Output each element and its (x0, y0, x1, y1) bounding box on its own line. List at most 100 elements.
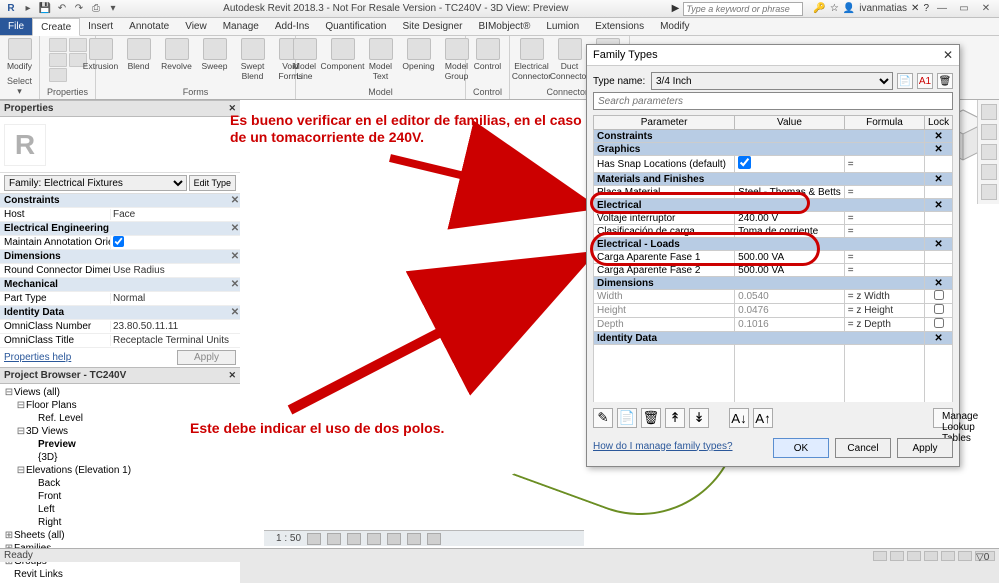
component-button[interactable]: Component (325, 38, 361, 71)
param-row[interactable]: Clasificación de cargaToma de corriente= (594, 225, 953, 238)
movedown-icon[interactable]: ↡ (689, 408, 709, 428)
revolve-button[interactable]: Revolve (159, 38, 195, 71)
property-row[interactable]: Maintain Annotation Orient... (0, 236, 240, 250)
tree-node[interactable]: {3D} (4, 451, 236, 464)
tree-node[interactable]: Revit Links (4, 568, 236, 581)
col-value[interactable]: Value (735, 116, 845, 130)
status-icon-3[interactable] (907, 551, 921, 561)
param-row[interactable]: Dimensions✕ (594, 277, 953, 290)
qat-dropdown-icon[interactable]: ▾ (106, 2, 120, 16)
tree-node[interactable]: ⊟Elevations (Elevation 1) (4, 464, 236, 477)
apply-button[interactable]: Apply (897, 438, 953, 458)
extrusion-button[interactable]: Extrusion (83, 38, 119, 71)
exchange-icon[interactable]: ✕ (911, 3, 919, 14)
redo-icon[interactable]: ↷ (72, 2, 86, 16)
pan-icon[interactable] (981, 144, 997, 160)
new-type-icon[interactable]: 📄 (897, 73, 913, 89)
prop-btn3[interactable] (49, 68, 67, 82)
properties-apply-button[interactable]: Apply (177, 350, 236, 365)
status-icon-2[interactable] (890, 551, 904, 561)
sweep-button[interactable]: Sweep (197, 38, 233, 71)
param-row[interactable]: Voltaje interruptor240.00 V= (594, 212, 953, 225)
open-icon[interactable]: ▸ (21, 2, 35, 16)
project-browser-header[interactable]: Project Browser - TC240V✕ (0, 367, 240, 384)
tree-node[interactable]: Left (4, 503, 236, 516)
sunpath-icon[interactable] (347, 533, 361, 545)
param-row[interactable]: Graphics✕ (594, 143, 953, 156)
param-row[interactable]: Identity Data✕ (594, 332, 953, 345)
property-row[interactable]: OmniClass TitleReceptacle Terminal Units (0, 334, 240, 348)
close-icon[interactable]: ✕ (977, 2, 995, 16)
tab-addins[interactable]: Add-Ins (267, 18, 317, 35)
tab-manage[interactable]: Manage (215, 18, 267, 35)
param-row[interactable]: Materials and Finishes✕ (594, 173, 953, 186)
subscription-icon[interactable]: 🔑 (813, 3, 825, 14)
parameter-search-input[interactable] (593, 92, 953, 110)
tree-node[interactable]: ⊞Sheets (all) (4, 529, 236, 542)
help-family-types-link[interactable]: How do I manage family types? (593, 441, 733, 452)
manage-lookup-button[interactable]: Manage Lookup Tables (933, 408, 953, 428)
property-row[interactable]: Constraints✕ (0, 194, 240, 208)
save-icon[interactable]: 💾 (38, 2, 52, 16)
param-row[interactable]: Carga Aparente Fase 2500.00 VA= (594, 264, 953, 277)
parameter-grid[interactable]: Parameter Value Formula Lock Constraints… (593, 115, 953, 402)
new-param-icon[interactable]: ✎ (593, 408, 613, 428)
dialog-titlebar[interactable]: Family Types ✕ (587, 45, 959, 66)
visual-style-icon[interactable] (327, 533, 341, 545)
blend-button[interactable]: Blend (121, 38, 157, 71)
modelline-button[interactable]: Model Line (287, 38, 323, 81)
col-lock[interactable]: Lock (925, 116, 953, 130)
property-row[interactable]: OmniClass Number23.80.50.11.11 (0, 320, 240, 334)
sortasc-icon[interactable]: A↓ (729, 408, 749, 428)
rename-type-icon[interactable]: A1 (917, 73, 933, 89)
property-row[interactable]: Part TypeNormal (0, 292, 240, 306)
control-button[interactable]: Control (470, 38, 506, 71)
sortdesc-icon[interactable]: A↑ (753, 408, 773, 428)
star-icon[interactable]: ☆ (830, 3, 839, 14)
status-icon-5[interactable] (941, 551, 955, 561)
type-name-select[interactable]: 3/4 Inch (651, 72, 893, 90)
tree-node[interactable]: ⊟Floor Plans (4, 399, 236, 412)
undo-icon[interactable]: ↶ (55, 2, 69, 16)
elec-conn-button[interactable]: Electrical Connector (514, 38, 550, 81)
shadow-icon[interactable] (367, 533, 381, 545)
user-name[interactable]: ivanmatias (859, 3, 907, 14)
tab-bimobject[interactable]: BIMobject® (471, 18, 539, 35)
param-row[interactable]: Width0.0540= z Width (594, 290, 953, 304)
properties-help-link[interactable]: Properties help (0, 348, 75, 367)
param-row[interactable]: Depth0.1016= z Depth (594, 318, 953, 332)
property-row[interactable]: Mechanical✕ (0, 278, 240, 292)
tab-view[interactable]: View (177, 18, 215, 35)
moveup-icon[interactable]: ↟ (665, 408, 685, 428)
signin-icon[interactable]: 👤 (843, 3, 855, 14)
dialog-close-icon[interactable]: ✕ (943, 48, 953, 62)
help-icon[interactable]: ? (923, 3, 929, 14)
tab-annotate[interactable]: Annotate (121, 18, 177, 35)
tree-node[interactable]: Preview (4, 438, 236, 451)
add-param-icon[interactable]: 📄 (617, 408, 637, 428)
property-row[interactable]: Electrical Engineering✕ (0, 222, 240, 236)
property-row[interactable]: Round Connector DimensionUse Radius (0, 264, 240, 278)
properties-header[interactable]: Properties✕ (0, 100, 240, 117)
minimize-icon[interactable]: — (933, 2, 951, 16)
ok-button[interactable]: OK (773, 438, 829, 458)
property-row[interactable]: Identity Data✕ (0, 306, 240, 320)
home-icon[interactable] (981, 104, 997, 120)
edit-type-button[interactable]: Edit Type (189, 175, 236, 191)
prop-btn2[interactable] (49, 53, 67, 67)
family-category-select[interactable]: Family: Electrical Fixtures (4, 175, 187, 191)
tab-insert[interactable]: Insert (80, 18, 121, 35)
property-row[interactable]: HostFace (0, 208, 240, 222)
view-scale[interactable]: 1 : 50 (276, 533, 301, 544)
param-row[interactable]: Height0.0476= z Height (594, 304, 953, 318)
view-control-bar[interactable]: 1 : 50 (264, 530, 584, 546)
print-icon[interactable]: ⎙ (89, 2, 103, 16)
param-row[interactable]: Constraints✕ (594, 130, 953, 143)
reveal-icon[interactable] (427, 533, 441, 545)
restore-icon[interactable]: ▭ (955, 2, 973, 16)
search-go-icon[interactable]: ▶ (672, 3, 680, 14)
tree-node[interactable]: Right (4, 516, 236, 529)
tab-sitedesigner[interactable]: Site Designer (394, 18, 470, 35)
tab-extensions[interactable]: Extensions (587, 18, 652, 35)
opening-button[interactable]: Opening (401, 38, 437, 71)
